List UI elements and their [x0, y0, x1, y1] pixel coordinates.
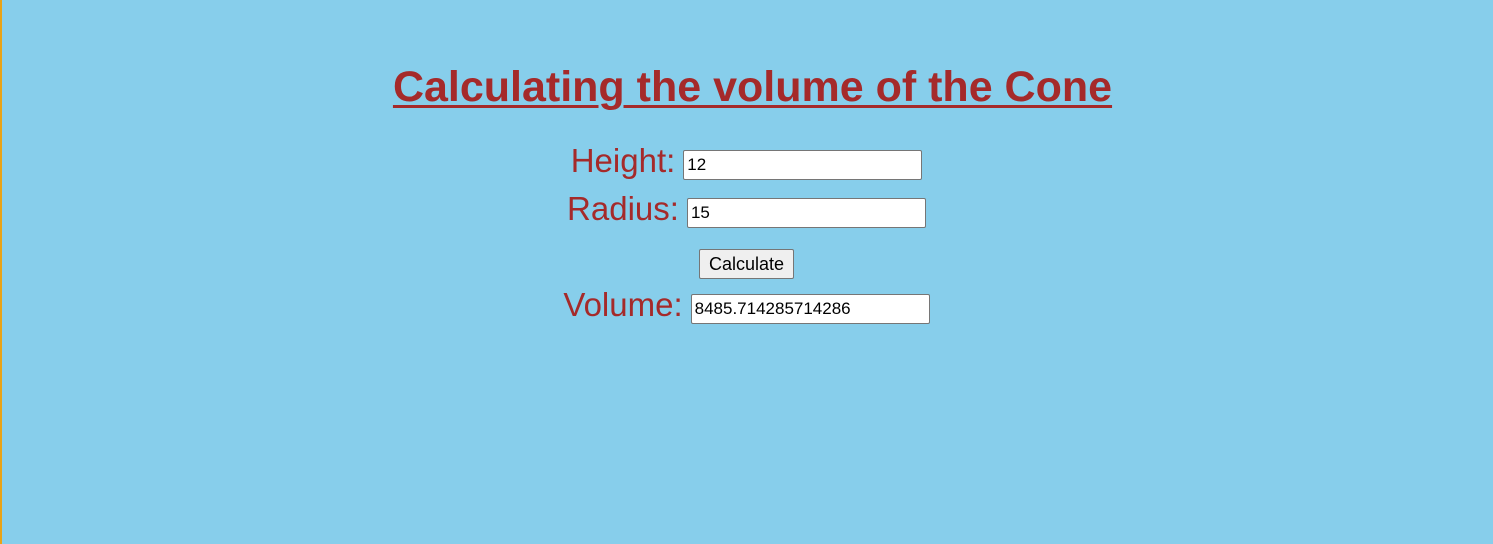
radius-input[interactable]: [686, 198, 926, 228]
page-title: Calculating the volume of the Cone: [392, 63, 1113, 111]
height-input[interactable]: [683, 150, 923, 180]
volume-output[interactable]: [690, 294, 930, 324]
calculate-button[interactable]: Calculate: [698, 249, 795, 279]
radius-row: Radius:: [0, 189, 1493, 229]
calculate-row: Calculate: [0, 249, 1493, 279]
volume-row: Volume:: [0, 285, 1493, 325]
cone-volume-page: Calculating the volume of the Cone Heigh…: [0, 0, 1493, 544]
volume-label: Volume:: [563, 286, 683, 323]
height-row: Height:: [0, 141, 1493, 181]
radius-label: Radius:: [567, 190, 679, 227]
height-label: Height:: [570, 142, 676, 179]
